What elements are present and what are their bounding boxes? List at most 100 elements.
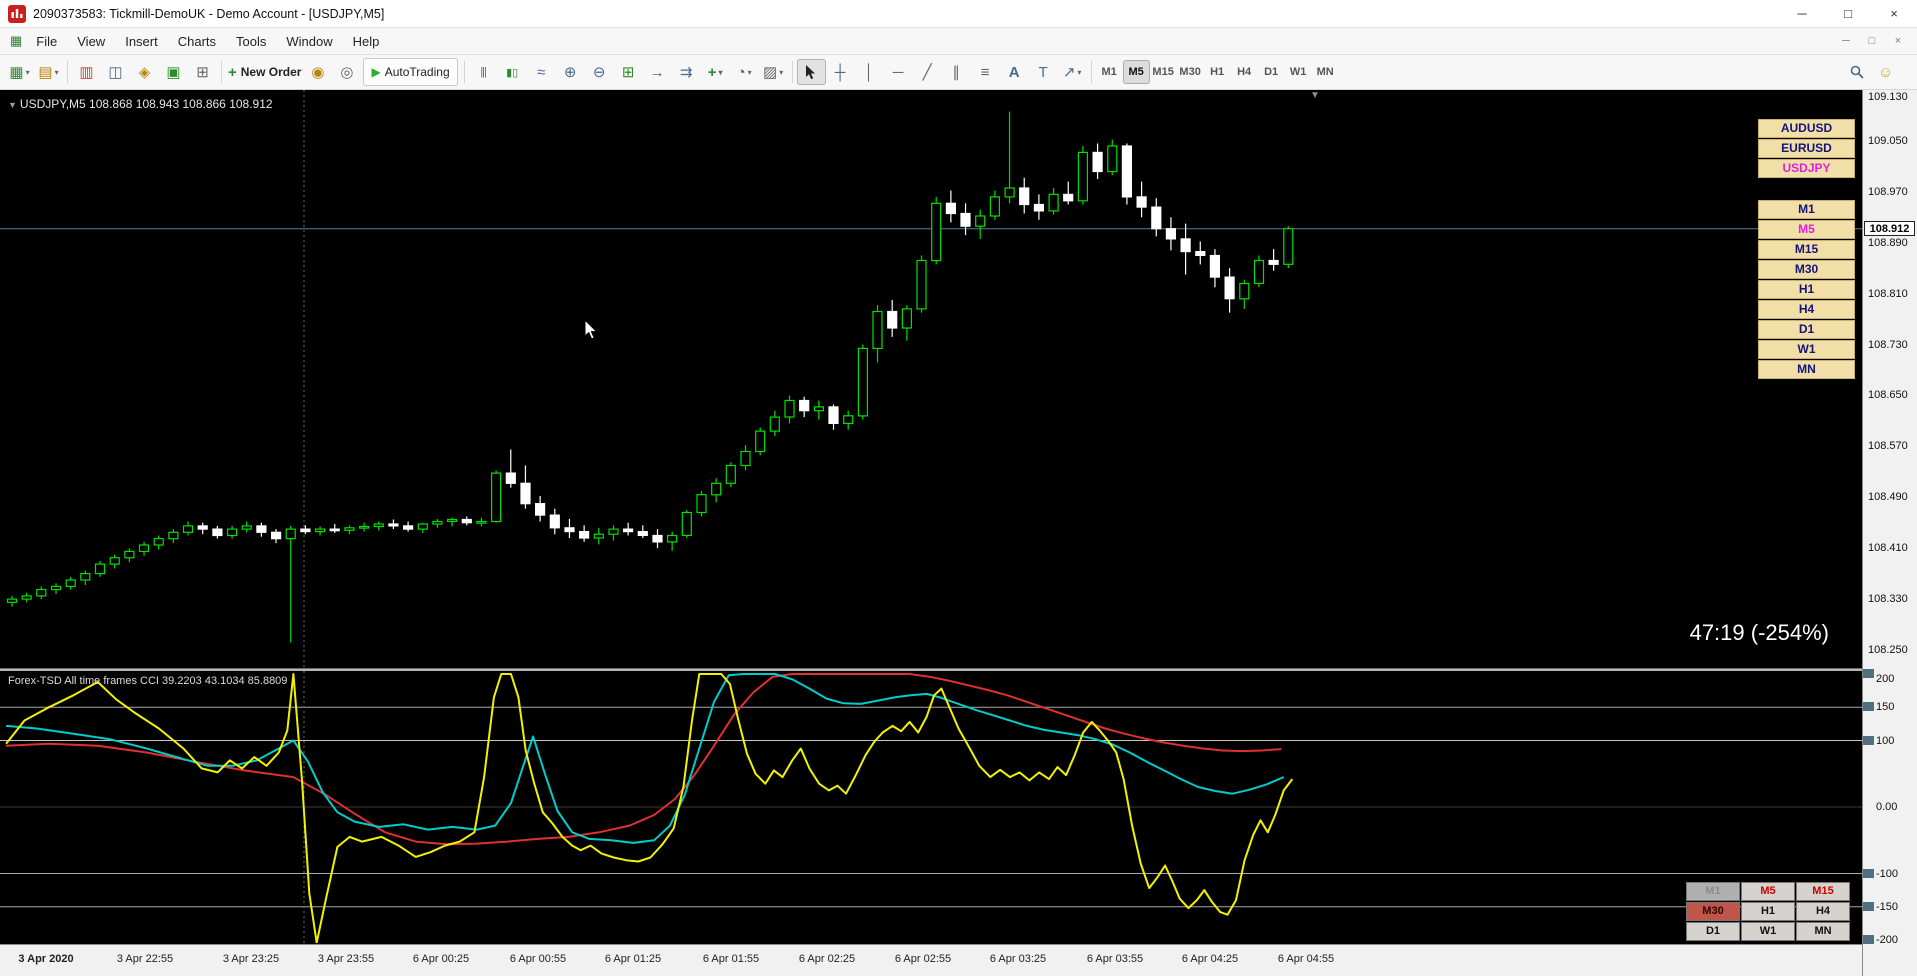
- profiles-button[interactable]: ▤ ▾: [34, 59, 63, 85]
- time-axis-label: 3 Apr 2020: [18, 953, 74, 965]
- side-timeframe-h1[interactable]: H1: [1758, 280, 1855, 299]
- close-button[interactable]: ×: [1871, 0, 1917, 27]
- indicator-tf-mn[interactable]: MN: [1796, 922, 1850, 941]
- vertical-line-button[interactable]: │: [855, 59, 884, 85]
- new-order-button[interactable]: + New Order: [226, 59, 303, 85]
- minimize-button[interactable]: ─: [1779, 0, 1825, 27]
- indicator-level-marker: [1863, 868, 1874, 878]
- indicator-tf-m15[interactable]: M15: [1796, 882, 1850, 901]
- cursor-button[interactable]: [796, 59, 826, 85]
- trendline-button[interactable]: ╱: [913, 59, 942, 85]
- zoom-in-button[interactable]: ⊕: [556, 59, 585, 85]
- candle-body: [403, 525, 414, 530]
- indicator-tf-w1[interactable]: W1: [1741, 922, 1795, 941]
- autotrading-button[interactable]: ▶ AutoTrading: [363, 58, 458, 86]
- tile-windows-button[interactable]: ⊞: [614, 59, 643, 85]
- auto-scroll-button[interactable]: →: [643, 59, 672, 85]
- text-button[interactable]: A: [1000, 59, 1029, 85]
- indicator-chart[interactable]: [0, 671, 1862, 943]
- chart-area[interactable]: ▼ USDJPY,M5 108.868 108.943 108.866 108.9…: [0, 90, 1917, 976]
- price-chart[interactable]: [0, 90, 1862, 668]
- maximize-button[interactable]: □: [1825, 0, 1871, 27]
- community-button[interactable]: ☺: [1871, 59, 1900, 85]
- search-button[interactable]: [1842, 59, 1871, 85]
- toolbar-timeframe-m5[interactable]: M5: [1122, 60, 1150, 84]
- toolbar-timeframe-m1[interactable]: M1: [1096, 60, 1123, 84]
- separator: [221, 61, 222, 83]
- chevron-down-icon: ▾: [25, 67, 30, 77]
- market-watch-button[interactable]: ▥: [72, 59, 101, 85]
- candle-body: [901, 308, 913, 329]
- indicators-button[interactable]: + ▾: [701, 59, 730, 85]
- strategy-tester-button[interactable]: ⊞: [188, 59, 217, 85]
- toolbar-timeframe-d1[interactable]: D1: [1258, 60, 1285, 84]
- navigator-button[interactable]: ◈: [130, 59, 159, 85]
- chart-shift-button[interactable]: ⇉: [672, 59, 701, 85]
- indicator-tf-m1[interactable]: M1: [1686, 882, 1740, 901]
- candle-body: [491, 472, 502, 523]
- periods-button[interactable]: ◔ ▾: [730, 59, 759, 85]
- side-timeframe-m5[interactable]: M5: [1758, 220, 1855, 239]
- side-timeframe-m15[interactable]: M15: [1758, 240, 1855, 259]
- menu-view[interactable]: View: [67, 28, 115, 54]
- candle-body: [182, 525, 194, 533]
- fibonacci-button[interactable]: ≡: [971, 59, 1000, 85]
- side-timeframe-w1[interactable]: W1: [1758, 340, 1855, 359]
- candle-body: [857, 347, 869, 417]
- indicator-tf-m5[interactable]: M5: [1741, 882, 1795, 901]
- collapse-icon[interactable]: ▼: [8, 100, 17, 110]
- data-window-button[interactable]: ◫: [101, 59, 130, 85]
- side-timeframe-mn[interactable]: MN: [1758, 360, 1855, 379]
- indicator-tf-d1[interactable]: D1: [1686, 922, 1740, 941]
- child-close-button[interactable]: ×: [1885, 29, 1911, 53]
- toolbar-timeframe-h4[interactable]: H4: [1231, 60, 1258, 84]
- child-minimize-button[interactable]: ─: [1833, 29, 1859, 53]
- time-axis[interactable]: 3 Apr 2020 3 Apr 22:55 3 Apr 23:25 3 Apr 23…: [0, 944, 1862, 976]
- toolbar-timeframe-m15[interactable]: M15: [1150, 60, 1177, 84]
- bar-chart-button[interactable]: |||: [469, 59, 498, 85]
- symbol-button-usdjpy[interactable]: USDJPY: [1758, 159, 1855, 178]
- arrows-button[interactable]: ↗ ▾: [1058, 59, 1087, 85]
- candle-body: [564, 527, 575, 533]
- toolbox-button[interactable]: ▣: [159, 59, 188, 85]
- candle-body: [373, 523, 384, 528]
- crosshair-button[interactable]: ┼: [826, 59, 855, 85]
- candlestick-chart-button[interactable]: ▮▯: [498, 59, 527, 85]
- symbol-button-audusd[interactable]: AUDUSD: [1758, 119, 1855, 138]
- channel-button[interactable]: ∥: [942, 59, 971, 85]
- horizontal-line-button[interactable]: ─: [884, 59, 913, 85]
- symbol-button-eurusd[interactable]: EURUSD: [1758, 139, 1855, 158]
- side-timeframe-h4[interactable]: H4: [1758, 300, 1855, 319]
- chart-shift-marker-icon[interactable]: ▼: [1310, 90, 1320, 101]
- line-chart-button[interactable]: ≈: [527, 59, 556, 85]
- market-button[interactable]: ◎: [332, 59, 361, 85]
- menu-window[interactable]: Window: [276, 28, 342, 54]
- toolbar-timeframe-w1[interactable]: W1: [1285, 60, 1312, 84]
- menu-file[interactable]: File: [26, 28, 67, 54]
- toolbar-timeframe-h1[interactable]: H1: [1204, 60, 1231, 84]
- expert-advisors-button[interactable]: ◉: [303, 59, 332, 85]
- menu-help[interactable]: Help: [343, 28, 390, 54]
- candle-body: [212, 528, 223, 537]
- templates-button[interactable]: ▨ ▾: [759, 59, 788, 85]
- toolbar-timeframe-mn[interactable]: MN: [1312, 60, 1339, 84]
- panel-splitter[interactable]: [0, 668, 1862, 671]
- chevron-down-icon: ▾: [54, 67, 59, 77]
- toolbar-timeframe-m30[interactable]: M30: [1177, 60, 1204, 84]
- candle-body: [447, 518, 458, 522]
- menu-charts[interactable]: Charts: [168, 28, 226, 54]
- zoom-out-button[interactable]: ⊖: [585, 59, 614, 85]
- menu-tools[interactable]: Tools: [226, 28, 276, 54]
- side-timeframe-d1[interactable]: D1: [1758, 320, 1855, 339]
- new-chart-button[interactable]: ▦ ▾: [5, 59, 34, 85]
- side-timeframe-m1[interactable]: M1: [1758, 200, 1855, 219]
- menu-insert[interactable]: Insert: [115, 28, 168, 54]
- time-axis-label: 6 Apr 02:25: [798, 953, 856, 965]
- text-label-button[interactable]: T: [1029, 59, 1058, 85]
- indicator-tf-h1[interactable]: H1: [1741, 902, 1795, 921]
- price-axis[interactable]: 108.912 109.130 109.050 108.970 108.890 108.…: [1862, 90, 1917, 976]
- side-timeframe-m30[interactable]: M30: [1758, 260, 1855, 279]
- child-restore-button[interactable]: □: [1859, 29, 1885, 53]
- indicator-tf-h4[interactable]: H4: [1796, 902, 1850, 921]
- indicator-tf-m30[interactable]: M30: [1686, 902, 1740, 921]
